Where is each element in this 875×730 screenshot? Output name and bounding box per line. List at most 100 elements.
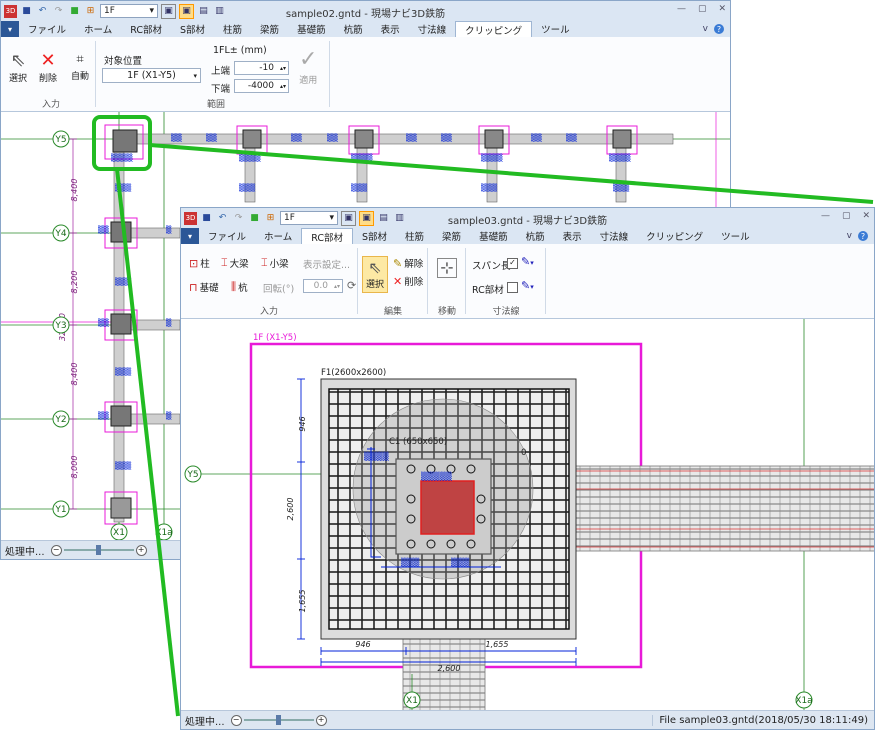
chevron-down-icon[interactable]: v <box>703 24 708 34</box>
select-button[interactable]: ⇖ 選択 <box>9 51 27 85</box>
view-icon-2[interactable]: ▣ <box>359 210 374 226</box>
undo-icon[interactable]: ↶ <box>216 212 229 225</box>
tab-pile-bar[interactable]: 杭筋 <box>335 21 372 37</box>
rotation-input[interactable]: 0.0 <box>303 279 343 293</box>
help-icon[interactable]: ? <box>858 231 868 241</box>
maximize-icon[interactable]: ▢ <box>842 211 851 221</box>
help-icon[interactable]: ? <box>714 24 724 34</box>
target-position-select[interactable]: 1F (X1-Y5) ▾ <box>102 68 201 83</box>
tab-s[interactable]: S部材 <box>171 21 214 37</box>
delete-button[interactable]: ✕ 削除 <box>39 51 57 85</box>
view-icon-4[interactable]: ▥ <box>393 212 406 225</box>
foundation-button[interactable]: ⊓ 基礎 <box>189 280 219 295</box>
tab-beam-bar[interactable]: 梁筋 <box>251 21 288 37</box>
small-beam-button[interactable]: ⌶ 小梁 <box>261 256 289 270</box>
front-status-text: 処理中... <box>185 716 225 728</box>
minimize-icon[interactable]: — <box>677 4 686 14</box>
tab-foundation-bar[interactable]: 基礎筋 <box>288 21 335 37</box>
tab-file[interactable]: ファイル <box>19 21 75 37</box>
pile-button[interactable]: ⫼ 杭 <box>231 280 248 294</box>
zoom-out-icon[interactable]: − <box>230 714 242 726</box>
edit-delete-button[interactable]: ✕ 削除 <box>393 274 423 289</box>
tab-display[interactable]: 表示 <box>372 21 409 37</box>
apply-button[interactable]: ✓ 適用 <box>299 47 317 86</box>
footing-label: F1(2600x2600) <box>321 368 386 378</box>
tab-home[interactable]: ホーム <box>255 228 301 244</box>
tab-foundation-bar[interactable]: 基礎筋 <box>470 228 517 244</box>
zoom-in-icon[interactable]: + <box>135 544 147 556</box>
tab-s[interactable]: S部材 <box>353 228 396 244</box>
beam-rebar <box>560 465 874 552</box>
view-icon-3[interactable]: ▤ <box>377 212 390 225</box>
top-level-value: -10 <box>259 63 274 73</box>
top-level-input[interactable]: -10 <box>234 61 289 75</box>
redo-icon[interactable]: ↷ <box>52 5 65 18</box>
minimize-icon[interactable]: — <box>821 211 830 221</box>
cube-icon[interactable]: ■ <box>68 5 81 18</box>
display-settings-button[interactable]: 表示設定... <box>303 257 350 271</box>
tab-rc[interactable]: RC部材 <box>121 21 171 37</box>
app-icon: 3D <box>4 4 17 18</box>
save-icon[interactable]: ■ <box>20 5 33 18</box>
view-icon-1[interactable]: ▣ <box>341 210 356 226</box>
tab-column-bar[interactable]: 柱筋 <box>214 21 251 37</box>
column-button[interactable]: ⊡ 柱 <box>189 256 210 271</box>
tab-dimension[interactable]: 寸法線 <box>591 228 638 244</box>
chevron-down-icon[interactable]: v <box>847 231 852 241</box>
back-zoom-slider[interactable]: − + <box>50 544 147 556</box>
view-icon-2[interactable]: ▣ <box>179 3 194 19</box>
tab-dimension[interactable]: 寸法線 <box>409 21 456 37</box>
zoom-thumb[interactable] <box>95 545 101 555</box>
close-icon[interactable]: ✕ <box>862 211 870 221</box>
save-icon[interactable]: ■ <box>200 212 213 225</box>
zoom-thumb[interactable] <box>275 715 281 725</box>
cube-icon[interactable]: ■ <box>248 212 261 225</box>
span-length-checkbox[interactable]: ✓ <box>507 258 518 269</box>
tab-beam-bar[interactable]: 梁筋 <box>433 228 470 244</box>
view-icon-1[interactable]: ▣ <box>161 3 176 19</box>
redo-icon[interactable]: ↷ <box>232 212 245 225</box>
rc-member-checkbox[interactable] <box>507 282 518 293</box>
chevron-down-icon: ▾ <box>329 213 334 223</box>
edit-select-button[interactable]: ⇖ 選択 <box>362 256 389 293</box>
grid-icon[interactable]: ⊞ <box>84 5 97 18</box>
tab-tools[interactable]: ツール <box>532 21 579 37</box>
front-zoom-slider[interactable]: − + <box>230 714 327 726</box>
floor-select[interactable]: 1F ▾ <box>280 211 338 225</box>
tab-file[interactable]: ファイル <box>199 228 255 244</box>
undo-icon[interactable]: ↶ <box>36 5 49 18</box>
tab-clipping[interactable]: クリッピング <box>637 228 712 244</box>
move-button[interactable]: ⊹ <box>437 258 457 278</box>
app-menu-button[interactable]: ▾ <box>1 21 19 37</box>
zoom-in-icon[interactable]: + <box>315 714 327 726</box>
chevron-down-icon: ▾ <box>149 6 154 16</box>
floor-select[interactable]: 1F ▾ <box>100 4 158 18</box>
span-color-picker[interactable]: ✎▾ <box>521 255 534 268</box>
rc-color-picker[interactable]: ✎▾ <box>521 279 534 292</box>
view-icon-4[interactable]: ▥ <box>213 5 226 18</box>
rotate-icon[interactable]: ⟳ <box>347 279 356 292</box>
tab-rc[interactable]: RC部材 <box>301 228 353 244</box>
front-detail-canvas[interactable]: 1F (X1-Y5) F1(2600x2600) C1 (650x650) 0 <box>181 319 874 711</box>
tab-pile-bar[interactable]: 杭筋 <box>517 228 554 244</box>
zoom-out-icon[interactable]: − <box>50 544 62 556</box>
maximize-icon[interactable]: ▢ <box>698 4 707 14</box>
zoom-track[interactable] <box>243 715 314 725</box>
app-menu-button[interactable]: ▾ <box>181 228 199 244</box>
close-icon[interactable]: ✕ <box>718 4 726 14</box>
ribbon-separator <box>545 248 546 314</box>
column-label: 柱 <box>200 259 210 270</box>
release-button[interactable]: ✎ 解除 <box>393 256 423 271</box>
tab-column-bar[interactable]: 柱筋 <box>396 228 433 244</box>
dim-text: 2,600 <box>286 498 295 521</box>
bottom-level-input[interactable]: -4000 <box>234 79 289 93</box>
tab-display[interactable]: 表示 <box>554 228 591 244</box>
tab-home[interactable]: ホーム <box>75 21 121 37</box>
auto-button[interactable]: ⌗ 自動 <box>71 51 89 82</box>
grid-icon[interactable]: ⊞ <box>264 212 277 225</box>
big-beam-button[interactable]: ⌶ 大梁 <box>221 256 249 270</box>
view-icon-3[interactable]: ▤ <box>197 5 210 18</box>
zoom-track[interactable] <box>63 545 134 555</box>
tab-clipping[interactable]: クリッピング <box>455 21 533 37</box>
tab-tools[interactable]: ツール <box>712 228 759 244</box>
